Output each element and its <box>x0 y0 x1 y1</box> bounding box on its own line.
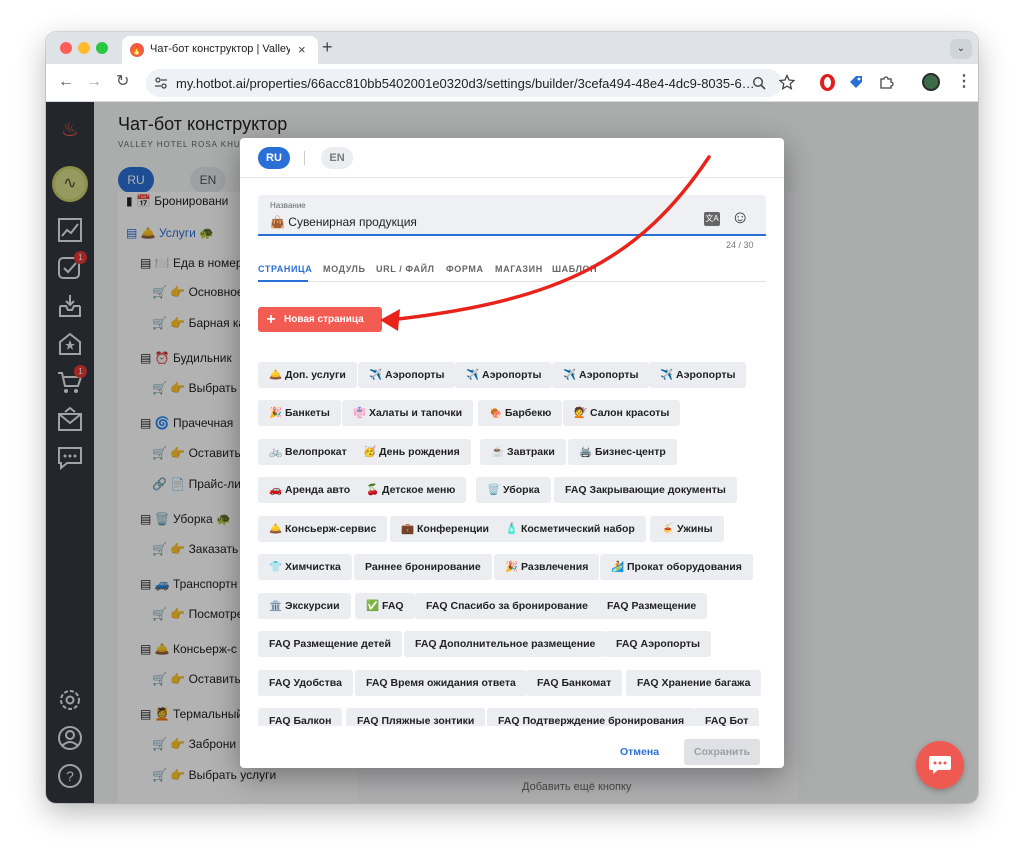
profile-avatar[interactable] <box>922 73 940 91</box>
page-chip[interactable]: FAQ Хранение багажа <box>626 670 762 696</box>
browser-tab[interactable]: 🔥 Чат-бот конструктор | Valley × <box>122 36 318 64</box>
page-chip[interactable]: 🍖 Барбекю <box>478 400 563 426</box>
page-chip[interactable]: 🧴 Косметический набор <box>494 516 646 542</box>
site-settings-icon[interactable] <box>154 76 168 90</box>
plus-icon: + <box>266 311 276 328</box>
modal-lang-en-tab[interactable]: EN <box>321 147 353 169</box>
page-chip[interactable]: ✈️ Аэропорты <box>455 362 553 388</box>
opera-icon[interactable] <box>820 74 835 91</box>
page-chip[interactable]: FAQ Время ожидания ответа <box>355 670 527 696</box>
page-chip[interactable]: 🎉 Банкеты <box>258 400 341 426</box>
screen: 🔥 Чат-бот конструктор | Valley × + ⌄ ← →… <box>0 0 1024 864</box>
page-chip[interactable]: 👕 Химчистка <box>258 554 352 580</box>
star-icon[interactable] <box>779 74 795 90</box>
emoji-picker-icon[interactable]: ☺ <box>731 207 749 228</box>
page-chip[interactable]: FAQ Закрывающие документы <box>554 477 737 503</box>
address-bar[interactable]: my.hotbot.ai/properties/66acc810bb540200… <box>146 69 782 97</box>
page-chip[interactable]: FAQ Бот <box>694 708 760 726</box>
page-chip[interactable]: FAQ Пляжные зонтики <box>346 708 486 726</box>
tab-search-icon[interactable]: ⌄ <box>950 39 972 59</box>
page-chip[interactable]: 🗑️ Уборка <box>476 477 551 503</box>
name-field[interactable]: Название 👜 Сувенирная продукция 文A ☺ <box>258 195 766 236</box>
page-chip[interactable]: 🏄 Прокат оборудования <box>600 554 753 580</box>
tab-url-file[interactable]: URL / ФАЙЛ <box>376 264 435 274</box>
page-chip[interactable]: FAQ Балкон <box>258 708 343 726</box>
tab-underline <box>258 281 766 282</box>
name-label: Название <box>270 201 306 210</box>
page-chip[interactable]: FAQ Банкомат <box>526 670 623 696</box>
close-tab-icon[interactable]: × <box>298 42 306 57</box>
page-chip[interactable]: 🍝 Ужины <box>650 516 724 542</box>
page-chip[interactable]: 🚲 Велопрокат <box>258 439 358 465</box>
translate-icon[interactable]: 文A <box>704 212 720 226</box>
menu-icon[interactable]: ⋮ <box>956 72 972 92</box>
browser-toolbar: ← → ↻ my.hotbot.ai/properties/66acc810bb… <box>46 64 978 102</box>
page-chip[interactable]: ☕ Завтраки <box>480 439 566 465</box>
url-text: my.hotbot.ai/properties/66acc810bb540200… <box>176 76 755 91</box>
page-chip[interactable]: 🛎️ Доп. услуги <box>258 362 357 388</box>
flame-favicon-icon: 🔥 <box>130 43 144 57</box>
new-page-button[interactable]: + Новая страница <box>258 307 382 332</box>
tab-page[interactable]: СТРАНИЦА <box>258 264 312 274</box>
name-value[interactable]: 👜 Сувенирная продукция <box>270 215 417 229</box>
close-window-button[interactable] <box>60 42 72 54</box>
page-chip[interactable]: 🏛️ Экскурсии <box>258 593 351 619</box>
button-editor-modal: RU EN Название 👜 Сувенирная продукция 文A… <box>240 138 784 768</box>
tab-active-indicator <box>258 280 308 282</box>
page-chip[interactable]: 🥳 День рождения <box>352 439 471 465</box>
new-page-label: Новая страница <box>284 314 364 325</box>
page-chip[interactable]: 👘 Халаты и тапочки <box>342 400 474 426</box>
page-chip-list: 🛎️ Доп. услуги ✈️ Аэропорты ✈️ Аэропорты… <box>258 362 768 726</box>
page-chip[interactable]: 🚗 Аренда авто <box>258 477 362 503</box>
save-button[interactable]: Сохранить <box>684 739 760 765</box>
chat-widget-button[interactable] <box>916 741 964 789</box>
page-chip[interactable]: FAQ Размещение <box>596 593 708 619</box>
tab-shop[interactable]: МАГАЗИН <box>495 264 543 274</box>
page-chip[interactable]: FAQ Дополнительное размещение <box>404 631 607 657</box>
tab-form[interactable]: ФОРМА <box>446 264 484 274</box>
page-chip[interactable]: ✈️ Аэропорты <box>358 362 456 388</box>
tab-title: Чат-бот конструктор | Valley <box>150 43 290 55</box>
zoom-icon[interactable] <box>752 76 766 90</box>
modal-lang-ru-tab[interactable]: RU <box>258 147 290 169</box>
page-chip[interactable]: ✈️ Аэропорты <box>552 362 650 388</box>
page-chip[interactable]: FAQ Аэропорты <box>605 631 711 657</box>
tab-module[interactable]: МОДУЛЬ <box>323 264 366 274</box>
tab-strip: 🔥 Чат-бот конструктор | Valley × + ⌄ <box>46 32 978 64</box>
extension-tag-icon[interactable] <box>848 74 864 90</box>
puzzle-icon[interactable] <box>878 74 894 90</box>
forward-icon[interactable]: → <box>86 72 102 92</box>
chat-bubble-icon <box>929 756 951 774</box>
page-chip[interactable]: FAQ Спасибо за бронирование <box>415 593 599 619</box>
minimize-window-button[interactable] <box>78 42 90 54</box>
cancel-button[interactable]: Отмена <box>620 746 659 758</box>
modal-divider <box>240 177 784 178</box>
tab-template[interactable]: ШАБЛОН <box>552 264 597 274</box>
page-chip[interactable]: Раннее бронирование <box>354 554 492 580</box>
new-tab-button[interactable]: + <box>322 37 333 58</box>
back-icon[interactable]: ← <box>58 72 74 92</box>
page-chip[interactable]: FAQ Размещение детей <box>258 631 402 657</box>
page-chip[interactable]: 💇 Салон красоты <box>563 400 681 426</box>
page-chip[interactable]: ✈️ Аэропорты <box>649 362 747 388</box>
page-chip[interactable]: 🛎️ Консьерж-сервис <box>258 516 388 542</box>
page-chip[interactable]: ✅ FAQ <box>355 593 415 619</box>
lang-divider <box>304 151 305 165</box>
page-chip[interactable]: 💼 Конференции <box>390 516 501 542</box>
page-chip[interactable]: 🎉 Развлечения <box>494 554 600 580</box>
page-chip[interactable]: 🖨️ Бизнес-центр <box>568 439 677 465</box>
maximize-window-button[interactable] <box>96 42 108 54</box>
page-chip[interactable]: FAQ Удобства <box>258 670 353 696</box>
char-counter: 24 / 30 <box>726 240 754 250</box>
reload-icon[interactable]: ↻ <box>116 72 129 92</box>
page-chip[interactable]: 🍒 Детское меню <box>355 477 467 503</box>
page-chip[interactable]: FAQ Подтверждение бронирования <box>487 708 696 726</box>
